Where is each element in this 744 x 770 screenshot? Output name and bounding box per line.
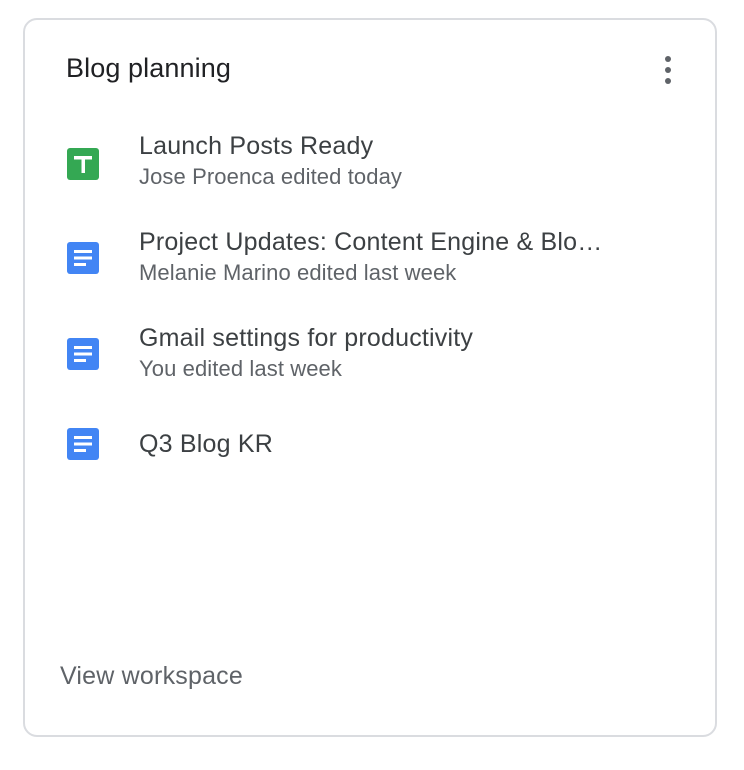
- workspace-card: Blog planning Launch Posts Ready Jose Pr…: [23, 18, 717, 737]
- file-name: Launch Posts Ready: [139, 132, 374, 160]
- card-title: Blog planning: [66, 53, 231, 83]
- file-item[interactable]: Gmail settings for productivity You edit…: [25, 322, 715, 402]
- google-docs-icon: [67, 338, 99, 370]
- more-vert-icon: [665, 56, 671, 62]
- more-options-button[interactable]: [652, 50, 684, 90]
- file-item[interactable]: Q3 Blog KR: [25, 428, 715, 508]
- file-name: Project Updates: Content Engine & Blo…: [139, 228, 603, 256]
- more-vert-icon-dot: [665, 67, 671, 73]
- file-name: Gmail settings for productivity: [139, 324, 474, 352]
- file-name: Q3 Blog KR: [139, 430, 274, 458]
- more-vert-icon-dot: [665, 78, 671, 84]
- google-docs-icon: [67, 242, 99, 274]
- view-workspace-link[interactable]: View workspace: [60, 660, 243, 692]
- google-docs-icon: [67, 428, 99, 460]
- file-edited-info: Melanie Marino edited last week: [139, 260, 457, 285]
- file-item[interactable]: Launch Posts Ready Jose Proenca edited t…: [25, 130, 715, 210]
- google-sheets-icon: [67, 148, 99, 180]
- file-item[interactable]: Project Updates: Content Engine & Blo… M…: [25, 226, 715, 306]
- file-edited-info: You edited last week: [139, 356, 342, 381]
- file-edited-info: Jose Proenca edited today: [139, 164, 403, 189]
